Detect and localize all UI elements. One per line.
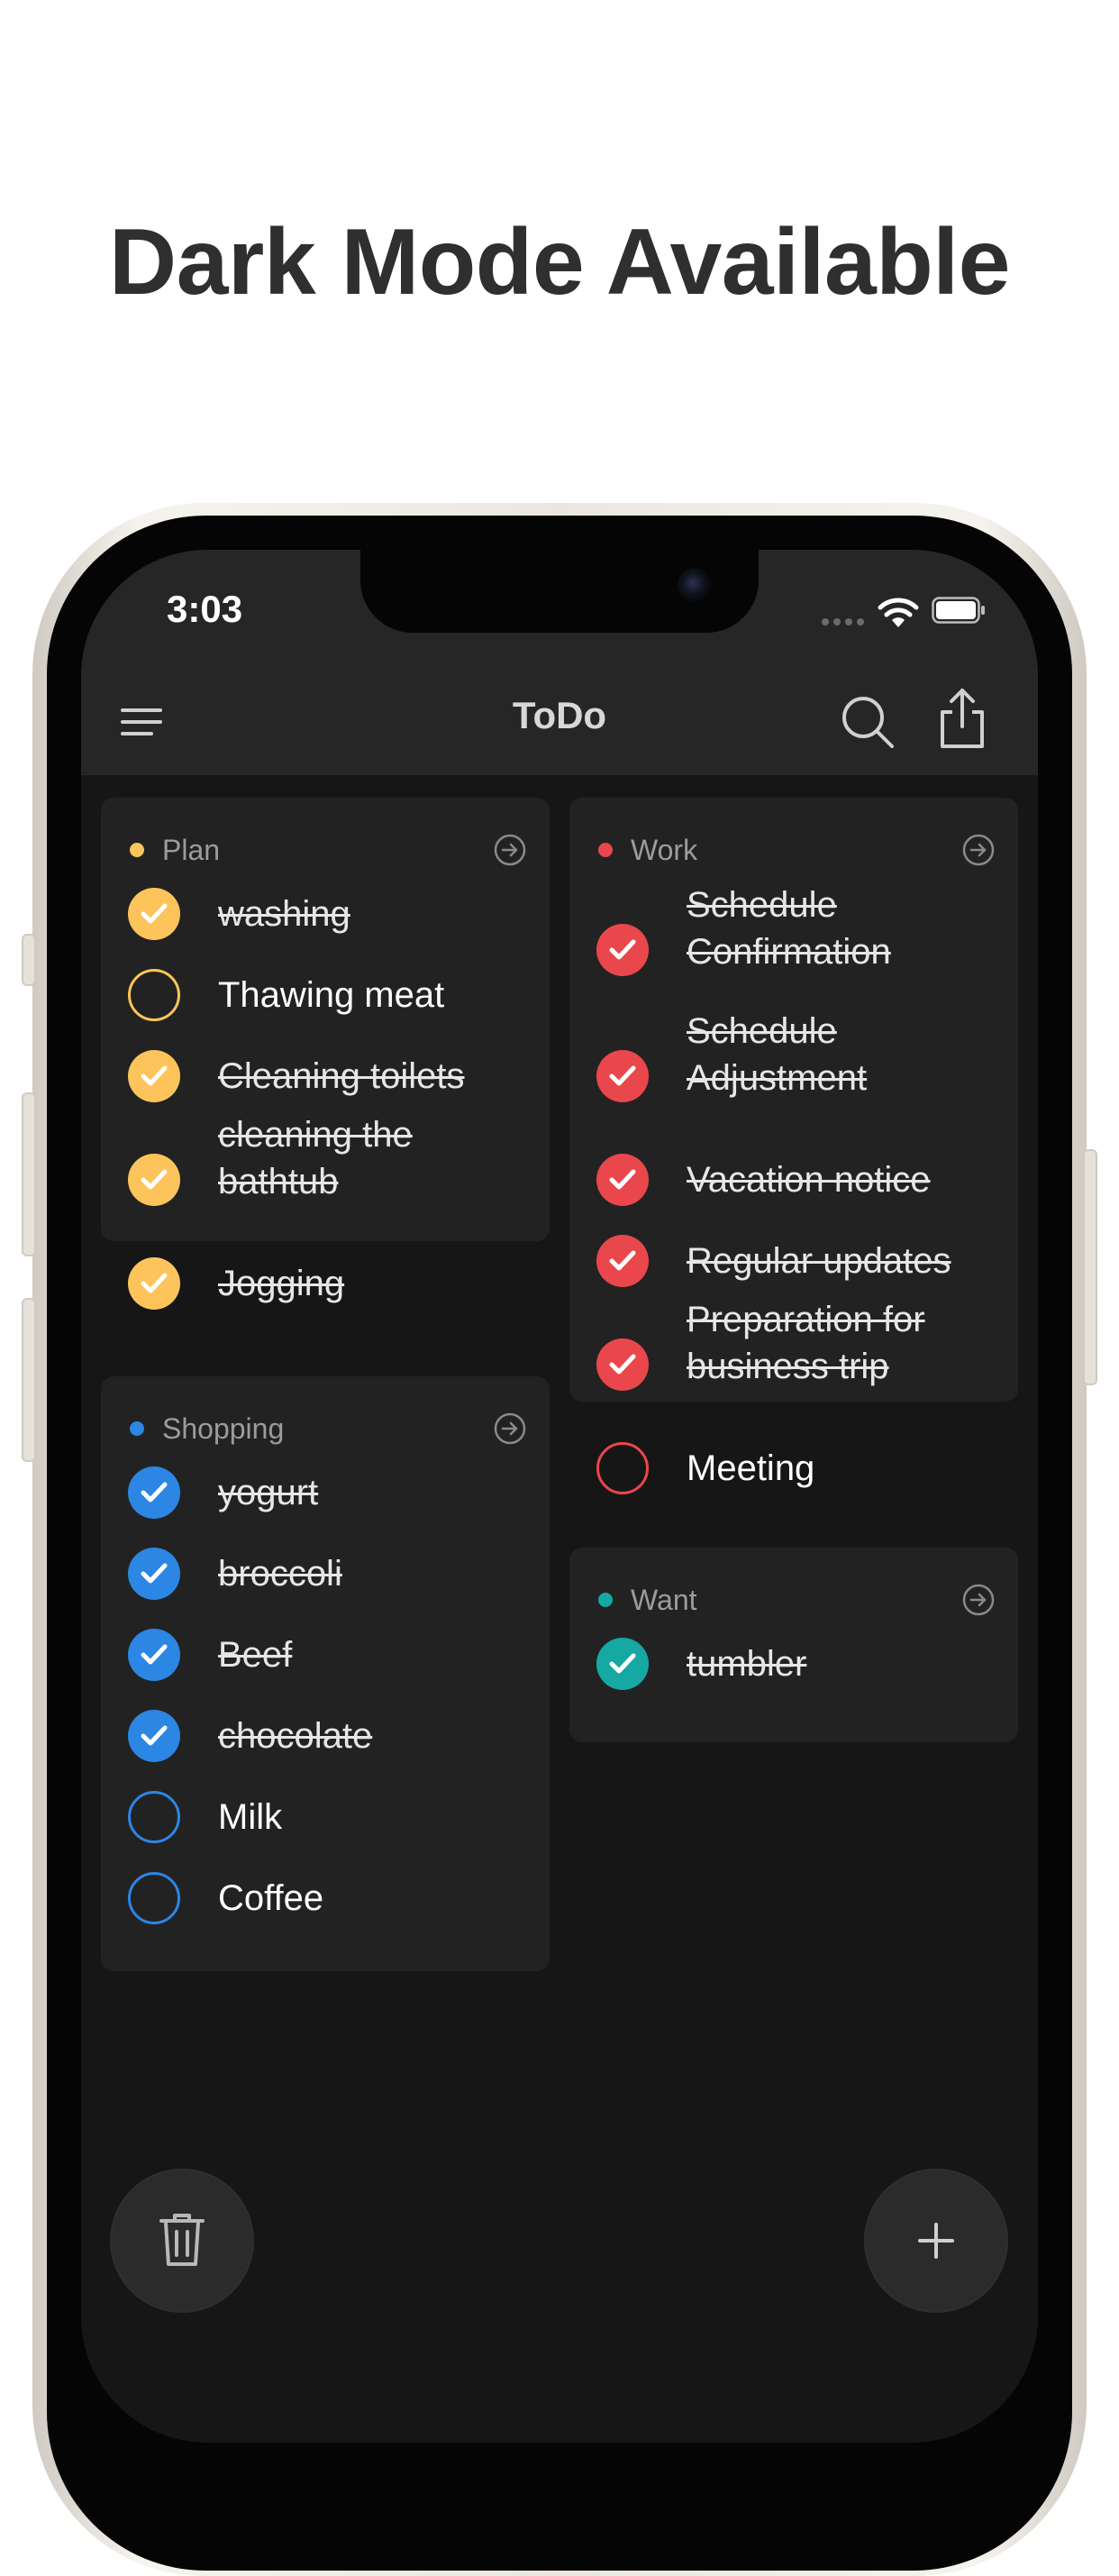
checkbox-checked[interactable] (128, 1466, 180, 1519)
cellular-signal-icon (822, 618, 864, 626)
item-text: Coffee (218, 1878, 324, 1918)
power-button (1083, 1149, 1097, 1385)
checkbox-checked[interactable] (128, 888, 180, 940)
checkbox-checked[interactable] (596, 1050, 649, 1102)
list-title: Plan (162, 833, 221, 866)
open-list-arrow-icon[interactable] (960, 1582, 996, 1618)
delete-button[interactable] (112, 2170, 252, 2311)
trash-icon (159, 2214, 205, 2266)
checkbox-unchecked[interactable] (128, 1872, 180, 1924)
volume-down-button (22, 1298, 36, 1462)
item-text: Schedule Adjustment (687, 1011, 868, 1098)
nav-bar: ToDo (81, 658, 1038, 775)
front-camera (678, 568, 712, 602)
item-text: Preparation for business trip (687, 1300, 925, 1386)
checkbox-checked[interactable] (128, 1154, 180, 1206)
list-color-dot (598, 1593, 613, 1607)
checkbox-checked[interactable] (596, 1154, 649, 1206)
search-icon[interactable] (840, 694, 896, 750)
status-time: 3:03 (167, 588, 243, 630)
checkbox-checked[interactable] (128, 1257, 180, 1310)
item-text: yogurt (218, 1473, 319, 1512)
list-title: Shopping (162, 1411, 285, 1445)
item-text: Vacation notice (687, 1160, 931, 1200)
checkbox-checked[interactable] (128, 1710, 180, 1762)
list-card-work[interactable]: Work Schedule Confirmation Schedule Adju… (569, 798, 1018, 1494)
item-text: Cleaning toilets (218, 1056, 465, 1096)
top-bar: 3:03 ToDo (81, 550, 1038, 775)
mute-switch (22, 934, 36, 986)
open-list-arrow-icon[interactable] (960, 832, 996, 868)
item-text: Schedule Confirmation (687, 885, 891, 972)
item-text: cleaning the bathtub (218, 1115, 413, 1201)
open-list-arrow-icon[interactable] (492, 1411, 528, 1447)
list-color-dot (130, 1421, 144, 1436)
list-card-want[interactable]: Want tumbler (569, 1548, 1018, 1742)
checkbox-checked[interactable] (128, 1050, 180, 1102)
list-title: Work (631, 833, 698, 866)
item-text: Thawing meat (218, 975, 445, 1015)
item-text: Milk (218, 1797, 283, 1837)
headline: Dark Mode Available (108, 210, 1011, 315)
item-text: washing (218, 894, 350, 934)
battery-icon (932, 597, 985, 624)
checkbox-checked[interactable] (596, 1338, 649, 1391)
checkbox-checked[interactable] (128, 1548, 180, 1600)
list-card-shopping[interactable]: Shopping yogurt broccoli Beef chocolate … (101, 1376, 550, 1971)
app-screen: 3:03 ToDo Plan washing Thawing meat Clea… (81, 550, 1038, 2443)
list-card-plan[interactable]: Plan washing Thawing meat Cleaning toile… (101, 798, 550, 1310)
add-button[interactable] (866, 2170, 1006, 2311)
checkbox-checked[interactable] (128, 1629, 180, 1681)
item-text: Regular updates (687, 1241, 951, 1281)
checkbox-checked[interactable] (596, 924, 649, 976)
checkbox-unchecked[interactable] (596, 1442, 649, 1494)
checkbox-unchecked[interactable] (128, 969, 180, 1021)
item-text: Jogging (218, 1264, 345, 1303)
checkbox-checked[interactable] (596, 1638, 649, 1690)
volume-up-button (22, 1092, 36, 1256)
list-title: Want (631, 1583, 697, 1616)
share-icon[interactable] (937, 687, 987, 750)
item-text: tumbler (687, 1644, 807, 1684)
item-text: chocolate (218, 1716, 373, 1756)
list-color-dot (130, 843, 144, 857)
wifi-icon (878, 598, 919, 627)
plus-icon (918, 2223, 954, 2259)
checkbox-checked[interactable] (596, 1235, 649, 1287)
list-color-dot (598, 843, 613, 857)
open-list-arrow-icon[interactable] (492, 832, 528, 868)
item-text: Meeting (687, 1448, 815, 1488)
item-text: Beef (218, 1635, 293, 1675)
item-text: broccoli (218, 1554, 342, 1594)
checkbox-unchecked[interactable] (128, 1791, 180, 1843)
notch (360, 550, 759, 633)
